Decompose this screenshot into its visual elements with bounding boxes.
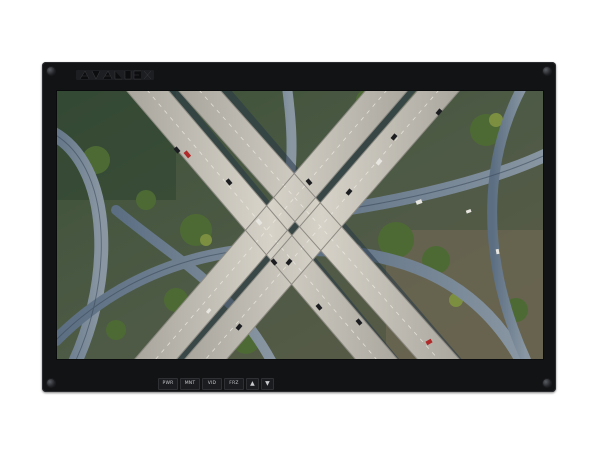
video-button[interactable]: VID — [202, 378, 222, 390]
up-arrow-icon[interactable]: ▲ — [246, 378, 259, 390]
monitor-bezel: PWR MNT VID FRZ ▲ ▼ — [42, 62, 556, 392]
brand-logo — [76, 70, 154, 80]
stage: PWR MNT VID FRZ ▲ ▼ — [0, 0, 600, 450]
screw-icon — [47, 67, 55, 75]
power-button[interactable]: PWR — [158, 378, 178, 390]
down-arrow-icon[interactable]: ▼ — [261, 378, 274, 390]
highway-interchange-image — [56, 90, 544, 360]
screw-icon — [47, 379, 55, 387]
display-screen — [56, 90, 544, 360]
freeze-button[interactable]: FRZ — [224, 378, 244, 390]
screw-icon — [543, 379, 551, 387]
monitor-button[interactable]: MNT — [180, 378, 200, 390]
screw-icon — [543, 67, 551, 75]
control-panel: PWR MNT VID FRZ ▲ ▼ — [158, 378, 274, 390]
